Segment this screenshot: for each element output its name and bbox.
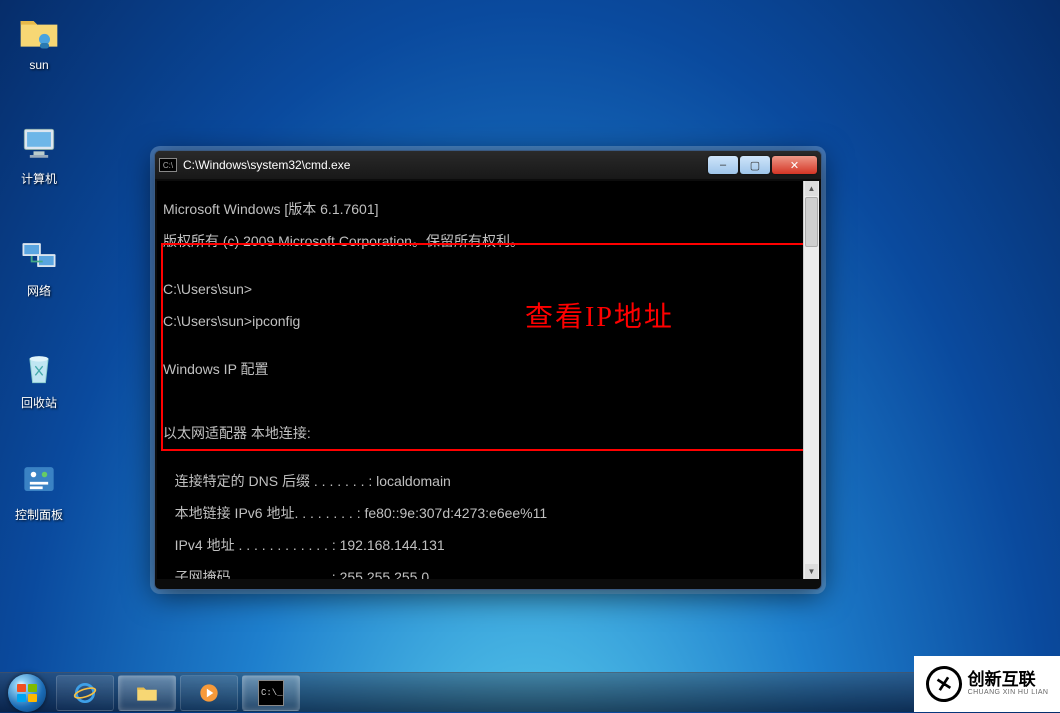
maximize-button[interactable]: ▢ — [740, 156, 770, 174]
titlebar[interactable]: C:\ C:\Windows\system32\cmd.exe – ▢ ✕ — [155, 151, 821, 179]
console-line: IPv4 地址 . . . . . . . . . . . . : 192.16… — [163, 537, 813, 553]
window-title: C:\Windows\system32\cmd.exe — [183, 158, 708, 172]
cmd-window[interactable]: C:\ C:\Windows\system32\cmd.exe – ▢ ✕ Mi… — [154, 150, 822, 590]
console-area[interactable]: Microsoft Windows [版本 6.1.7601] 版权所有 (c)… — [157, 181, 819, 579]
ie-icon — [72, 680, 98, 706]
close-button[interactable]: ✕ — [772, 156, 817, 174]
windows-logo-icon — [8, 674, 46, 712]
console-line: 以太网适配器 本地连接: — [163, 425, 813, 441]
cmd-icon: C:\_ — [258, 680, 284, 706]
console-line: C:\Users\sun> — [163, 281, 813, 297]
desktop-icon-label: 控制面板 — [2, 506, 76, 523]
scroll-down-icon[interactable]: ▼ — [805, 564, 818, 579]
console-line: 连接特定的 DNS 后缀 . . . . . . . : localdomain — [163, 473, 813, 489]
desktop-icon-label: 计算机 — [2, 170, 76, 187]
watermark: ✕ 创新互联 CHUANG XIN HU LIAN — [914, 656, 1060, 712]
taskbar[interactable]: C:\_ CH ⌨ ? ⇵ ▲ ⚑ ◧ — [0, 672, 1060, 712]
console-line: 版权所有 (c) 2009 Microsoft Corporation。保留所有… — [163, 233, 813, 249]
desktop-icon-controlpanel[interactable]: 控制面板 — [2, 456, 76, 523]
mediaplayer-icon — [196, 680, 222, 706]
console-line: C:\Users\sun>ipconfig — [163, 313, 813, 329]
controlpanel-icon — [15, 456, 63, 504]
console-line: Microsoft Windows [版本 6.1.7601] — [163, 201, 813, 217]
watermark-logo-icon: ✕ — [922, 663, 965, 706]
start-button[interactable] — [0, 673, 54, 713]
task-explorer[interactable] — [118, 675, 176, 711]
desktop-icon-recyclebin[interactable]: 回收站 — [2, 344, 76, 411]
console-line: 本地链接 IPv6 地址. . . . . . . . : fe80::9e:3… — [163, 505, 813, 521]
desktop-icon-label: 网络 — [2, 282, 76, 299]
scroll-up-icon[interactable]: ▲ — [805, 181, 818, 196]
computer-icon — [15, 120, 63, 168]
scroll-thumb[interactable] — [805, 197, 818, 247]
minimize-button[interactable]: – — [708, 156, 738, 174]
folder-user-icon — [15, 8, 63, 56]
desktop-icon-computer[interactable]: 计算机 — [2, 120, 76, 187]
cmd-icon: C:\ — [159, 158, 177, 172]
network-icon — [15, 232, 63, 280]
console-line: Windows IP 配置 — [163, 361, 813, 377]
watermark-cn: 创新互联 — [968, 671, 1049, 689]
console-scrollbar[interactable]: ▲ ▼ — [803, 181, 819, 579]
desktop-icon-label: 回收站 — [2, 394, 76, 411]
folder-icon — [134, 680, 160, 706]
desktop-icon-sun[interactable]: sun — [2, 8, 76, 72]
watermark-py: CHUANG XIN HU LIAN — [968, 689, 1049, 696]
task-cmd[interactable]: C:\_ — [242, 675, 300, 711]
annotation-box — [161, 243, 819, 451]
desktop-icon-network[interactable]: 网络 — [2, 232, 76, 299]
console-line: 子网掩码 . . . . . . . . . . . . : 255.255.2… — [163, 569, 813, 579]
desktop-icon-label: sun — [2, 58, 76, 72]
annotation-text: 查看IP地址 — [525, 295, 674, 335]
recyclebin-icon — [15, 344, 63, 392]
task-mediaplayer[interactable] — [180, 675, 238, 711]
task-ie[interactable] — [56, 675, 114, 711]
